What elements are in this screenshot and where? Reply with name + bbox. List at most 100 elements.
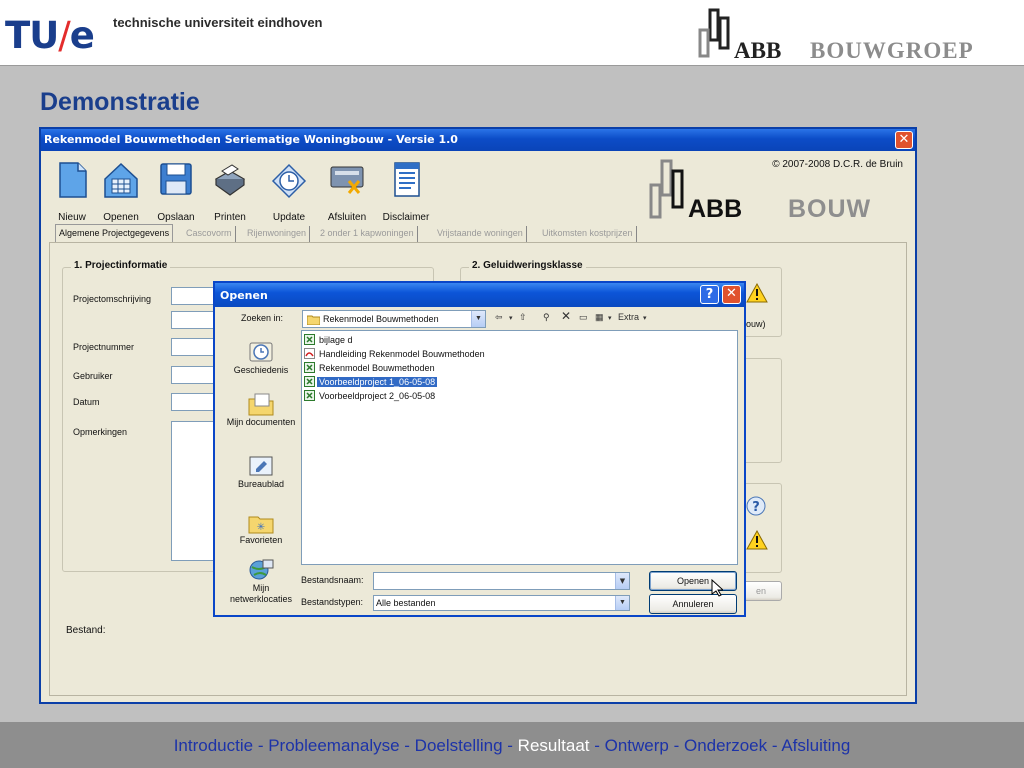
group-title: 2. Geluidweringsklasse	[469, 260, 586, 271]
chevron-down-icon[interactable]: ▼	[615, 596, 629, 610]
footer-link-onderzoek[interactable]: Onderzoek	[684, 736, 767, 755]
footer-link-doelstelling[interactable]: Doelstelling	[415, 736, 503, 755]
toolbar-exit-button[interactable]: Afsluiten	[318, 159, 376, 223]
chevron-down-icon[interactable]: ▾	[643, 314, 647, 322]
places-bar: Geschiedenis Mijn documenten Bureaublad …	[223, 329, 299, 611]
footer-separator: -	[668, 736, 684, 755]
projectnummer-label: Projectnummer	[73, 342, 135, 352]
footer-link-afsluiting[interactable]: Afsluiting	[781, 736, 850, 755]
back-arrow-icon[interactable]: ⇦	[495, 312, 503, 323]
up-folder-icon[interactable]: ⇧	[519, 312, 527, 323]
exit-card-icon	[330, 166, 364, 194]
place-label: Bureaublad	[237, 479, 285, 489]
filetype-label: Bestandstypen:	[301, 597, 364, 607]
view-menu-icon[interactable]: ▦	[595, 312, 604, 323]
chevron-down-icon[interactable]: ▼	[615, 573, 629, 589]
place-label: Mijn documenten	[226, 417, 296, 427]
bouwgroep-text: BOUWGROEP	[810, 38, 974, 63]
projectomschrijving-input-2[interactable]	[171, 311, 219, 329]
group-title: 1. Projectinformatie	[71, 260, 171, 271]
mouse-cursor-icon	[711, 579, 723, 597]
excel-file-icon	[304, 362, 315, 373]
place-my-documents[interactable]: Mijn documenten	[223, 391, 299, 428]
opmerkingen-textarea[interactable]	[171, 421, 219, 561]
toolbar-label: Opslaan	[157, 212, 195, 223]
delete-icon[interactable]: ✕	[561, 309, 571, 323]
file-list[interactable]: bijlage d Handleiding Rekenmodel Bouwmet…	[301, 330, 738, 565]
favorites-icon: ✳	[248, 516, 274, 534]
place-history[interactable]: Geschiedenis	[223, 339, 299, 376]
dialog-titlebar[interactable]: Openen ? ✕	[215, 283, 744, 307]
place-desktop[interactable]: Bureaublad	[223, 453, 299, 490]
cancel-button[interactable]: Annuleren	[649, 594, 737, 614]
floppy-disk-icon	[160, 163, 192, 195]
open-button[interactable]: Openen	[649, 571, 737, 591]
dialog-help-button[interactable]: ?	[700, 285, 719, 304]
search-web-icon[interactable]: ⚲	[543, 312, 550, 323]
toolbar-label: Update	[272, 212, 306, 223]
new-folder-icon[interactable]: ▭	[579, 312, 588, 323]
gebruiker-label: Gebruiker	[73, 371, 113, 381]
tab-rijenwoningen[interactable]: Rijenwoningen	[244, 226, 311, 243]
tab-uitkomsten-kostprijzen[interactable]: Uitkomsten kostprijzen	[539, 226, 637, 243]
file-item[interactable]: Handleiding Rekenmodel Bouwmethoden	[304, 348, 487, 361]
toolbar-label: Afsluiten	[327, 212, 367, 223]
chevron-down-icon[interactable]: ▼	[471, 311, 485, 327]
chevron-down-icon[interactable]: ▾	[509, 314, 513, 322]
extra-menu[interactable]: Extra	[618, 312, 639, 322]
footer-link-introductie[interactable]: Introductie	[174, 736, 253, 755]
geluidweringsklasse-partial-text: ouw)	[746, 319, 766, 329]
toolbar-update-button[interactable]: Update	[260, 159, 318, 223]
folder-icon	[307, 315, 320, 325]
datum-input[interactable]	[171, 393, 219, 411]
toolbar-label: Openen	[103, 212, 139, 223]
dialog-close-button[interactable]: ✕	[722, 285, 741, 304]
projectomschrijving-input[interactable]	[171, 287, 219, 305]
open-house-icon	[104, 162, 138, 198]
toolbar-save-button[interactable]: Opslaan	[147, 159, 205, 223]
look-in-label: Zoeken in:	[241, 313, 284, 323]
file-item[interactable]: bijlage d	[304, 334, 355, 347]
pdf-file-icon	[304, 348, 315, 359]
file-item[interactable]: Rekenmodel Bouwmethoden	[304, 362, 437, 375]
toolbar-disclaimer-button[interactable]: Disclaimer	[377, 159, 435, 223]
app-close-button[interactable]: ✕	[895, 131, 913, 149]
filetype-select[interactable]: Alle bestanden ▼	[373, 595, 630, 611]
app-titlebar[interactable]: Rekenmodel Bouwmethoden Seriematige Woni…	[41, 129, 915, 151]
partial-button[interactable]: en	[740, 581, 782, 601]
chevron-down-icon[interactable]: ▾	[608, 314, 612, 322]
slide-title: Demonstratie	[40, 88, 200, 116]
footer-separator: -	[502, 736, 518, 755]
footer-link-resultaat[interactable]: Resultaat	[518, 736, 590, 755]
place-network[interactable]: Mijn netwerklocaties	[223, 557, 299, 605]
tue-logo: TU/e	[5, 14, 95, 57]
projectnummer-input[interactable]	[171, 338, 219, 356]
tab-cascovorm[interactable]: Cascovorm	[183, 226, 236, 243]
projectomschrijving-label: Projectomschrijving	[73, 294, 152, 304]
svg-text:?: ?	[752, 500, 760, 515]
network-places-icon	[249, 559, 274, 580]
abb-bouwgroep-logo: ABB BOUWGROEP	[696, 8, 1016, 63]
footer-separator: -	[253, 736, 269, 755]
abb-text: ABB	[734, 38, 782, 63]
footer-navigation: Introductie - Probleemanalyse - Doelstel…	[0, 736, 1024, 756]
footer-link-ontwerp[interactable]: Ontwerp	[605, 736, 669, 755]
file-item[interactable]: Voorbeeldproject 2_06-05-08	[304, 390, 437, 403]
tab-vrijstaande-woningen[interactable]: Vrijstaande woningen	[434, 226, 527, 243]
filename-input[interactable]: ▼	[373, 572, 630, 590]
look-in-select[interactable]: Rekenmodel Bouwmethoden ▼	[302, 310, 486, 328]
abb-text: ABB	[688, 195, 743, 223]
app-title: Rekenmodel Bouwmethoden Seriematige Woni…	[44, 133, 458, 146]
place-favorites[interactable]: ✳ Favorieten	[223, 509, 299, 546]
toolbar-print-button[interactable]: Printen	[201, 159, 259, 223]
svg-text:✳: ✳	[257, 522, 265, 533]
gebruiker-input[interactable]	[171, 366, 219, 384]
toolbar-open-button[interactable]: Openen	[92, 159, 150, 223]
tab-2-onder-1-kapwoningen[interactable]: 2 onder 1 kapwoningen	[317, 226, 418, 243]
printer-icon	[214, 164, 246, 196]
tab-algemene-projectgegevens[interactable]: Algemene Projectgegevens	[55, 224, 174, 243]
footer-link-probleemanalyse[interactable]: Probleemanalyse	[268, 736, 399, 755]
file-item-selected[interactable]: Voorbeeldproject 1_06-05-08	[304, 376, 439, 389]
excel-file-icon	[304, 334, 315, 345]
excel-file-icon	[304, 376, 315, 387]
